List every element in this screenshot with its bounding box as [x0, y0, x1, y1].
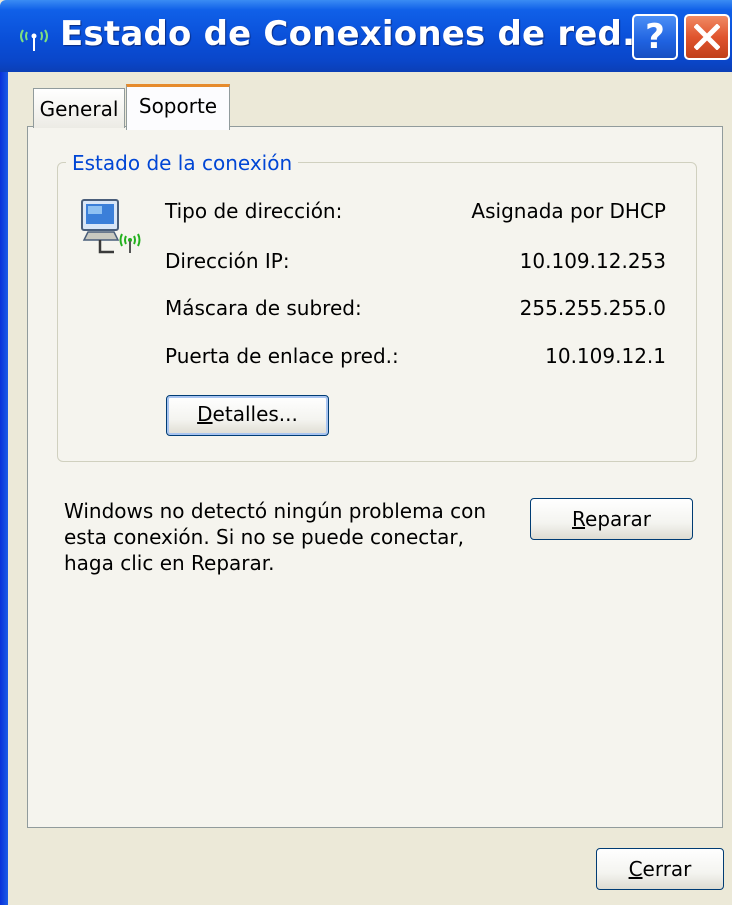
tab-general[interactable]: General — [33, 88, 125, 128]
network-connection-icon — [81, 199, 141, 254]
address-type-value: Asignada por DHCP — [471, 199, 666, 223]
close-dialog-button[interactable]: Cerrar — [596, 848, 724, 890]
repair-button-label: eparar — [585, 507, 651, 531]
close-icon — [694, 24, 720, 50]
repair-button[interactable]: Reparar — [530, 498, 693, 540]
details-button[interactable]: Detalles... — [166, 395, 329, 436]
subnet-mask-value: 255.255.255.0 — [519, 296, 666, 320]
close-dialog-button-mnemonic: C — [628, 857, 643, 881]
subnet-mask-label: Máscara de subred: — [165, 296, 362, 320]
ip-address-label: Dirección IP: — [165, 249, 290, 273]
details-button-mnemonic: D — [197, 402, 213, 426]
connection-status-group-title: Estado de la conexión — [66, 151, 299, 175]
tab-soporte[interactable]: Soporte — [126, 84, 230, 130]
repair-button-mnemonic: R — [572, 507, 586, 531]
default-gateway-value: 10.109.12.1 — [545, 344, 666, 368]
repair-message: Windows no detectó ningún problema con e… — [64, 499, 487, 575]
default-gateway-label: Puerta de enlace pred.: — [165, 344, 399, 368]
window-frame — [0, 72, 8, 905]
wireless-network-icon — [20, 29, 48, 51]
window-title: Estado de Conexiones de red... — [60, 14, 662, 54]
help-button[interactable]: ? — [632, 14, 678, 60]
close-button[interactable] — [684, 14, 730, 60]
title-bar[interactable]: Estado de Conexiones de red... ? — [0, 0, 732, 72]
address-type-label: Tipo de dirección: — [165, 199, 343, 223]
network-status-dialog: Estado de Conexiones de red... ? General… — [0, 0, 732, 905]
details-button-label: etalles... — [212, 402, 298, 426]
close-dialog-button-label: errar — [642, 857, 692, 881]
ip-address-value: 10.109.12.253 — [519, 249, 666, 273]
